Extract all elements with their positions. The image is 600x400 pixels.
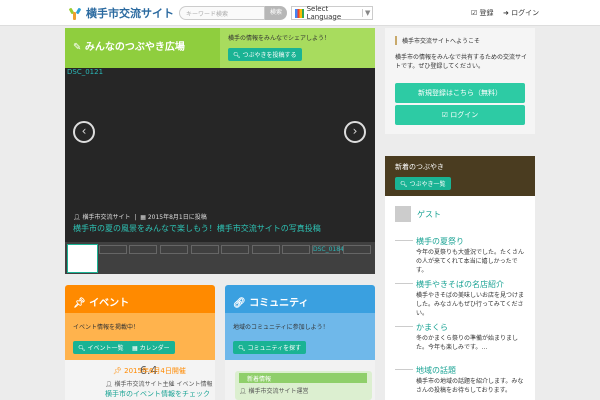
event-list-button[interactable]: 🔍︎ イベント一覧	[73, 341, 129, 354]
user-name-link[interactable]: ゲスト	[417, 209, 441, 220]
list-item-text: 今年の夏祭りも大盛況でした。たくさんの人が来てくれて本当に嬉しかったです。	[416, 249, 525, 274]
community-card-list: 新着情報 👤︎ 横手市交流サイト運営	[225, 360, 375, 400]
hero-title-panel: ✎ みんなのつぶやき広場	[65, 28, 220, 68]
user-icon: 👤︎	[105, 381, 113, 388]
thumbnail[interactable]	[99, 245, 127, 254]
thumbnail[interactable]	[252, 245, 280, 254]
thumbnail[interactable]	[221, 245, 249, 254]
search-icon: 🔍︎	[238, 345, 246, 352]
thumbnail[interactable]	[67, 244, 98, 273]
tweet-list-button[interactable]: 🔍︎ つぶやき一覧	[395, 177, 451, 190]
search-form: キーワード検索 検索	[179, 6, 287, 20]
thumbnail[interactable]	[160, 245, 188, 254]
search-button[interactable]: 検索	[265, 6, 287, 20]
calendar-icon: ▦	[140, 214, 146, 221]
post-tweet-button[interactable]: 🔍︎ つぶやきを投稿する	[228, 48, 302, 61]
list-item-title[interactable]: 地域の話題	[416, 365, 456, 376]
list-item-title[interactable]: 横手の夏祭り	[416, 236, 464, 247]
welcome-note: 横手市交流サイトへようこそ	[395, 36, 480, 45]
check-icon: ☑	[471, 9, 478, 17]
community-card-description: 地域のコミュニティに参加しよう！	[233, 324, 329, 331]
thumbnail-labeled[interactable]: DSC_0184	[312, 245, 344, 254]
latest-tweets-list: ゲスト 横手の夏祭り 今年の夏祭りも大盛況でした。たくさんの人が来てくれて本当に…	[385, 196, 535, 400]
check-icon: ☑	[441, 111, 449, 119]
top-navigation-bar: 横手市交流サイト キーワード検索 検索 Select Language ▼ ☑ …	[0, 0, 600, 26]
event-card-list: 6.4 📌︎ 2015年6月4日開催 👤︎ 横手市交流サイト主催 イベント情報 …	[65, 360, 215, 400]
calendar-icon: ▦	[132, 345, 138, 352]
community-news-box: 新着情報 👤︎ 横手市交流サイト運営	[235, 371, 372, 400]
latest-tweets-header: 新着のつぶやき 🔍︎ つぶやき一覧	[385, 156, 535, 196]
chevron-down-icon: ▼	[362, 9, 372, 17]
event-meta: 👤︎ 横手市交流サイト主催 イベント情報	[105, 381, 213, 388]
login-button[interactable]: ☑ ログイン	[395, 105, 525, 125]
register-button[interactable]: 新規登録はこちら（無料）	[395, 83, 525, 103]
hero-title: ✎ みんなのつぶやき広場	[73, 42, 185, 53]
search-input[interactable]: キーワード検索	[179, 6, 265, 20]
sign-in-icon: ➜	[503, 9, 509, 17]
hero-action-panel: 横手の情報をみんなでシェアしよう！ 🔍︎ つぶやきを投稿する	[220, 28, 375, 68]
event-card-description: イベント情報を掲載中！	[73, 324, 140, 331]
avatar	[395, 206, 411, 222]
search-icon: 🔍︎	[400, 181, 408, 188]
event-card-header: 📌︎ イベント	[65, 285, 215, 313]
login-link[interactable]: ➜ ログイン	[503, 8, 539, 18]
hero-description: 横手の情報をみんなでシェアしよう！	[228, 35, 331, 42]
community-meta: 👤︎ 横手市交流サイト運営	[239, 388, 309, 395]
community-card-header: 🔗︎ コミュニティ	[225, 285, 375, 313]
slide-meta: 👤︎ 横手市交流サイト | ▦ 2015年8月1日に投稿	[73, 214, 207, 221]
welcome-box: 横手市交流サイトへようこそ 横手市の情報をみんなで共有するための交流サイトです。…	[385, 28, 535, 134]
image-slider: DSC_0121 ‹ › 👤︎ 横手市交流サイト | ▦ 2015年8月1日に投…	[65, 68, 375, 242]
user-icon: 👤︎	[239, 388, 247, 395]
google-translate-icon	[295, 8, 304, 18]
thumbnail[interactable]	[343, 245, 371, 254]
pin-icon: 📌︎	[73, 298, 86, 309]
site-logo[interactable]: 横手市交流サイト	[68, 5, 174, 21]
site-title: 横手市交流サイト	[86, 7, 174, 20]
chevron-right-icon[interactable]: ›	[344, 121, 366, 143]
welcome-text: 横手市の情報をみんなで共有するための交流サイトです。ぜひ登録してください。	[395, 54, 528, 70]
link-icon: 🔗︎	[233, 298, 246, 309]
search-icon: 🔍︎	[78, 345, 86, 352]
thumbnail[interactable]	[191, 245, 219, 254]
register-link[interactable]: ☑ 登録	[471, 8, 494, 18]
user-icon: 👤︎	[73, 214, 81, 221]
thumbnail[interactable]	[282, 245, 310, 254]
list-item-text: 横手やきそばの美味しいお店を見つけました。みなさんもぜひ行ってみてください。	[416, 292, 525, 317]
pencil-icon: ✎	[73, 42, 82, 53]
slide-image-label: DSC_0121	[67, 68, 104, 76]
search-icon: 🔍︎	[233, 52, 241, 59]
language-select-label: Select Language	[306, 5, 342, 21]
latest-tweets-title: 新着のつぶやき	[395, 163, 444, 171]
find-community-button[interactable]: 🔍︎ コミュニティを探す	[233, 341, 307, 354]
slide-caption-link[interactable]: 横手市の夏の風景をみんなで楽しもう！横手市交流サイトの写真投稿	[73, 223, 321, 234]
list-item-title[interactable]: かまくら	[416, 322, 448, 333]
list-item-title[interactable]: 横手やきそばの名店紹介	[416, 279, 504, 290]
pin-icon: 📌︎	[113, 367, 122, 375]
slider-thumbnails: DSC_0184	[65, 242, 375, 274]
list-item-text: 冬のかまくら祭りの準備が始まりました。今年も楽しみです。…	[416, 335, 519, 351]
chevron-left-icon[interactable]: ‹	[73, 121, 95, 143]
list-item-text: 横手市の地域の話題を紹介します。みなさんの投稿をお待ちしております。	[416, 378, 524, 394]
language-select[interactable]: Select Language ▼	[291, 5, 373, 21]
calendar-button[interactable]: ▦ カレンダー	[127, 341, 175, 354]
thumbnail[interactable]	[129, 245, 157, 254]
logo-icon	[68, 6, 82, 20]
event-link[interactable]: 横手市のイベント情報をチェックしよう	[105, 389, 215, 400]
event-date-label: 📌︎ 2015年6月4日開催	[113, 367, 186, 375]
community-news-label: 新着情報	[239, 373, 367, 383]
